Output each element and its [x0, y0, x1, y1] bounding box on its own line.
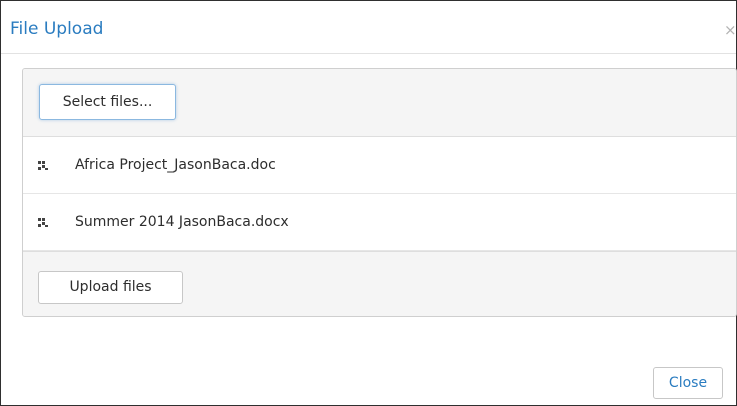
dialog-titlebar: File Upload × [1, 1, 736, 54]
upload-panel-footer: Upload files [23, 251, 736, 316]
upload-files-button[interactable]: Upload files [38, 271, 183, 304]
file-name: Summer 2014 JasonBaca.docx [75, 214, 289, 230]
file-list: Africa Project_JasonBaca.doc Summer 2014… [23, 137, 736, 251]
list-item: Africa Project_JasonBaca.doc [23, 137, 736, 194]
close-button[interactable]: Close [653, 367, 723, 399]
file-name: Africa Project_JasonBaca.doc [75, 157, 276, 173]
file-upload-dialog: File Upload × Select files... Africa Pro… [0, 0, 737, 406]
close-icon[interactable]: × [724, 23, 736, 38]
upload-panel: Select files... Africa Project_JasonBaca… [22, 68, 737, 317]
dialog-title: File Upload [10, 19, 104, 39]
file-grip-icon [38, 161, 48, 170]
list-item: Summer 2014 JasonBaca.docx [23, 194, 736, 251]
upload-panel-header: Select files... [23, 69, 736, 137]
select-files-button[interactable]: Select files... [39, 84, 176, 120]
file-grip-icon [38, 218, 48, 227]
